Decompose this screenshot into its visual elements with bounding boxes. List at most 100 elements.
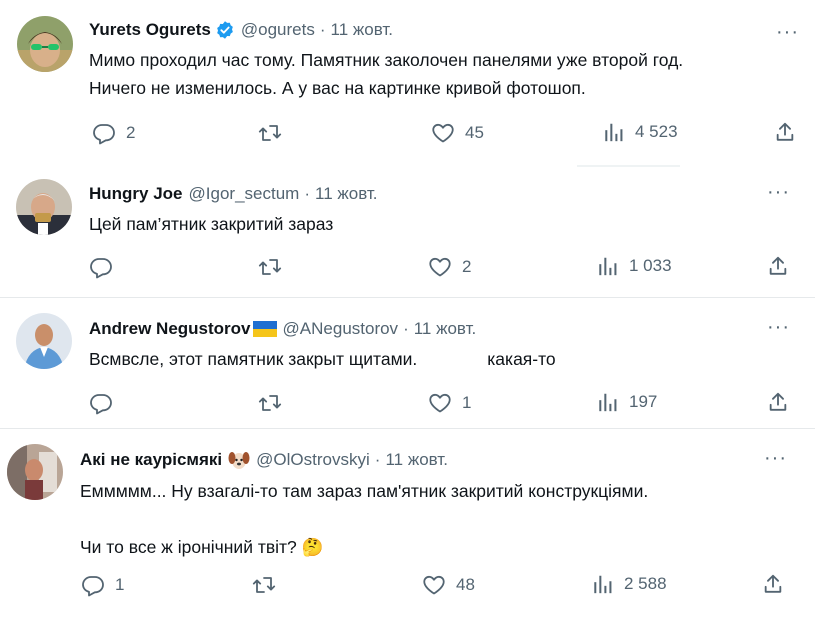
reply-count: 2: [126, 123, 136, 142]
repost-icon: [258, 121, 282, 145]
like-count: 1: [462, 393, 472, 412]
tweet-text: Цей пам’ятник закритий зараз: [89, 210, 333, 238]
like-button[interactable]: 45: [431, 121, 484, 145]
action-bar: 1 48 2 588: [0, 572, 815, 602]
more-options-icon[interactable]: ···: [776, 22, 799, 42]
repost-icon: [252, 573, 276, 597]
repost-button[interactable]: [258, 391, 292, 415]
like-button[interactable]: 1: [428, 391, 471, 415]
timestamp[interactable]: 11 жовт.: [315, 184, 377, 204]
views-button[interactable]: 197: [597, 391, 657, 413]
reply-count: 1: [115, 575, 125, 594]
share-button[interactable]: [767, 391, 789, 413]
more-options-icon[interactable]: ···: [767, 182, 790, 202]
avatar[interactable]: [16, 313, 72, 369]
tweet-header: Andrew Negustorov @ANegustorov · 11 жовт…: [89, 319, 476, 339]
views-icon: [592, 573, 614, 595]
separator-dot: ·: [374, 450, 381, 469]
reply-button[interactable]: 1: [81, 573, 124, 597]
display-name[interactable]: Andrew Negustorov: [89, 319, 251, 339]
timestamp[interactable]: 11 жовт.: [331, 20, 393, 40]
views-count: 1 033: [629, 256, 672, 275]
tweet-text-part: Всмвсле, этот памятник закрыт щитами.: [89, 349, 418, 369]
repost-icon: [258, 255, 282, 279]
user-handle[interactable]: @OlOstrovskyi: [256, 450, 370, 470]
tweet[interactable]: Andrew Negustorov @ANegustorov · 11 жовт…: [0, 298, 815, 428]
like-icon: [422, 573, 446, 597]
user-handle[interactable]: @Igor_sectum: [189, 184, 300, 204]
tweet-header: Hungry Joe @Igor_sectum · 11 жовт.: [89, 184, 378, 204]
views-icon: [597, 391, 619, 413]
user-handle[interactable]: @ogurets: [241, 20, 315, 40]
tweet-text: Всмвсле, этот памятник закрыт щитами. как…: [89, 345, 556, 373]
action-bar: 2 1 033: [0, 252, 815, 282]
more-options-icon[interactable]: ···: [764, 448, 787, 468]
views-button[interactable]: 2 588: [592, 573, 667, 595]
tweet-text-line: Чи то все ж іронічний твіт? 🤔: [80, 533, 648, 562]
display-name[interactable]: Yurets Ogurets: [89, 20, 211, 40]
tweet[interactable]: Yurets Ogurets @ogurets · 11 жовт. ··· М…: [0, 0, 815, 167]
views-button[interactable]: 1 033: [597, 255, 672, 277]
share-icon: [774, 121, 796, 143]
share-icon: [767, 255, 789, 277]
tweet-text-line: Еммммм... Ну взагалі-то там зараз пам'ят…: [80, 481, 649, 501]
avatar[interactable]: [17, 16, 73, 72]
views-button[interactable]: 4 523: [603, 121, 678, 143]
dog-emoji-icon: [228, 450, 250, 470]
more-options-icon[interactable]: ···: [767, 317, 790, 337]
like-icon: [431, 121, 455, 145]
tweet-header: Акі не каурісмякі @OlOstrovskyi · 11 жов…: [80, 450, 448, 470]
like-icon: [428, 391, 452, 415]
views-icon: [597, 255, 619, 277]
tweet-text-line: Цей пам’ятник закритий зараз: [89, 214, 334, 234]
thinking-emoji-icon: 🤔: [301, 538, 324, 558]
user-handle[interactable]: @ANegustorov: [283, 319, 399, 339]
reply-button[interactable]: [89, 391, 123, 415]
reply-button[interactable]: [89, 255, 123, 279]
separator-dot: ·: [319, 20, 326, 39]
verified-badge-icon: [215, 20, 235, 40]
tweet-text-line: Ничего не изменилось. А у вас на картинк…: [89, 78, 586, 98]
tweet-text-part: Чи то все ж іронічний твіт?: [80, 537, 297, 557]
tweet-text-line: Мимо проходил час тому. Памятник заколоч…: [89, 50, 684, 70]
like-count: 2: [462, 257, 472, 276]
tweet-text-part: какая-то: [487, 349, 556, 369]
display-name[interactable]: Hungry Joe: [89, 184, 183, 204]
action-bar: 1 197: [0, 388, 815, 418]
timestamp[interactable]: 11 жовт.: [414, 319, 476, 339]
repost-button[interactable]: [258, 121, 292, 145]
action-bar: 2 45 4 523: [0, 118, 815, 148]
repost-button[interactable]: [252, 573, 286, 597]
reply-icon: [92, 121, 116, 145]
share-button[interactable]: [774, 121, 796, 143]
views-icon: [603, 121, 625, 143]
display-name[interactable]: Акі не каурісмякі: [80, 450, 222, 470]
ukraine-flag-icon: [252, 321, 277, 337]
share-button[interactable]: [767, 255, 789, 277]
avatar[interactable]: [7, 444, 63, 500]
separator-dot: ·: [403, 319, 409, 338]
avatar[interactable]: [16, 179, 72, 235]
tweet-text: Мимо проходил час тому. Памятник заколоч…: [89, 46, 683, 102]
repost-button[interactable]: [258, 255, 292, 279]
views-count: 197: [629, 392, 658, 411]
tweet-header: Yurets Ogurets @ogurets · 11 жовт.: [89, 20, 393, 40]
share-icon: [762, 573, 784, 595]
tweet[interactable]: Hungry Joe @Igor_sectum · 11 жовт. ··· Ц…: [0, 166, 815, 296]
like-icon: [428, 255, 452, 279]
like-button[interactable]: 2: [428, 255, 471, 279]
tweet-text: Еммммм... Ну взагалі-то там зараз пам'ят…: [80, 477, 648, 562]
repost-icon: [258, 391, 282, 415]
like-button[interactable]: 48: [422, 573, 475, 597]
separator-dot: ·: [304, 184, 311, 203]
views-count: 2 588: [624, 574, 667, 593]
views-count: 4 523: [635, 122, 678, 141]
reply-icon: [81, 573, 105, 597]
tweet[interactable]: Акі не каурісмякі @OlOstrovskyi · 11 жов…: [0, 429, 815, 620]
share-button[interactable]: [762, 573, 784, 595]
share-icon: [767, 391, 789, 413]
reply-icon: [89, 391, 113, 415]
timestamp[interactable]: 11 жовт.: [385, 450, 447, 470]
reply-button[interactable]: 2: [92, 121, 135, 145]
like-count: 48: [456, 575, 475, 594]
